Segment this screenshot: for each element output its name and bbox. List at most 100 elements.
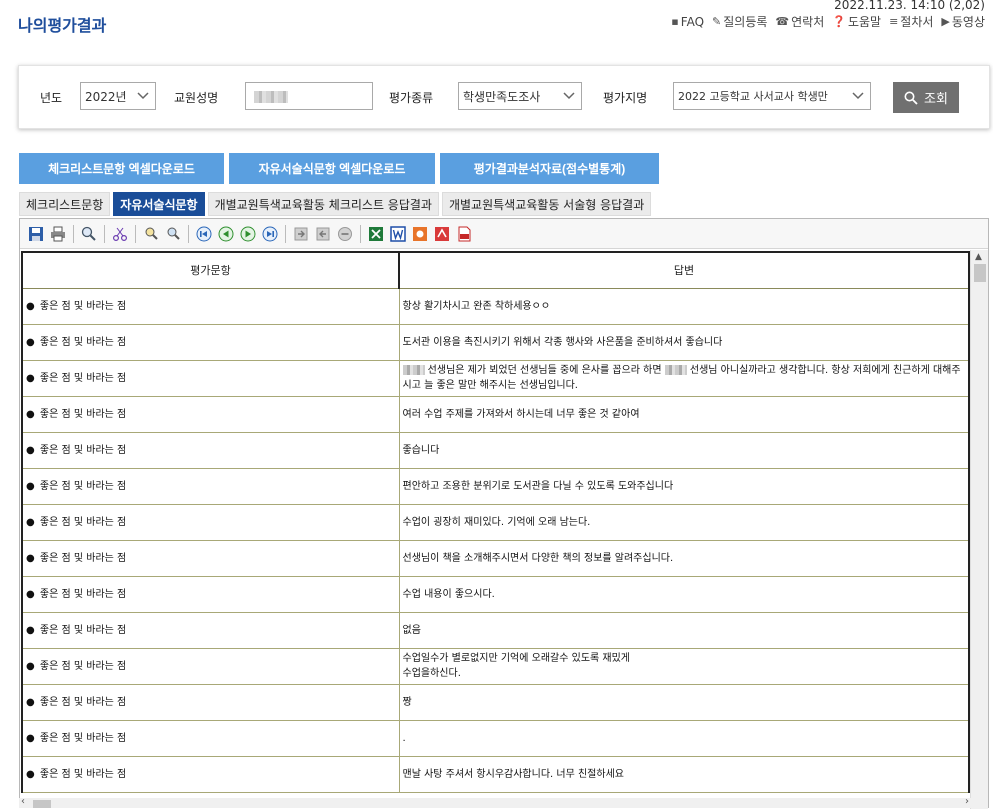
question-text: 좋은 점 및 바라는 점: [39, 588, 127, 600]
question-register-link[interactable]: ✎ 질의등록: [712, 13, 767, 30]
pdf-icon[interactable]: [454, 224, 474, 244]
report-viewer: 평가문항 답변 ● 좋은 점 및 바라는 점 항상 활기차시고 완존 착하세용ㅇㅇ…: [19, 218, 989, 809]
search-button[interactable]: 조회: [893, 82, 959, 113]
procedure-link[interactable]: ≡ 절차서: [889, 13, 933, 30]
table-row: ● 좋은 점 및 바라는 점짱: [21, 683, 970, 721]
question-cell: ● 좋은 점 및 바라는 점: [21, 467, 400, 505]
redacted-name: [254, 91, 288, 103]
answer-text: 맨날 사탕 주셔서 항시우감사합니다. 너무 친절하세요: [402, 768, 624, 780]
answer-cell: 수업일수가 별로없지만 기억에 오래갈수 있도록 재밌게 수업을하신다.: [398, 647, 970, 685]
excel-icon[interactable]: [366, 224, 386, 244]
faq-icon: ▪: [671, 15, 679, 28]
scroll-up-icon[interactable]: ▲: [975, 252, 982, 262]
eval-type-label: 평가종류: [389, 91, 434, 105]
table-row: ● 좋은 점 및 바라는 점 수업이 굉장히 재미있다. 기억에 오래 남는다.: [21, 503, 970, 541]
question-column-header: 평가문항: [21, 251, 400, 289]
question-cell: ● 좋은 점 및 바라는 점: [21, 395, 400, 433]
answer-cell: 항상 활기차시고 완존 착하세용ㅇㅇ: [398, 287, 970, 325]
score-stats-download-button[interactable]: 평가결과분석자료(점수별통계): [440, 153, 659, 184]
redacted-name: [402, 365, 425, 375]
bullet-icon: ●: [26, 588, 35, 600]
question-text: 좋은 점 및 바라는 점: [39, 624, 127, 636]
scroll-left-icon[interactable]: ‹: [21, 796, 25, 807]
export-icon[interactable]: [291, 224, 311, 244]
report-grid-area: 평가문항 답변 ● 좋은 점 및 바라는 점 항상 활기차시고 완존 착하세용ㅇㅇ…: [20, 250, 988, 809]
checklist-excel-download-button[interactable]: 체크리스트문항 엑셀다운로드: [19, 153, 224, 184]
question-cell: ● 좋은 점 및 바라는 점: [21, 503, 400, 541]
tab-bar: 체크리스트문항 자유서술식문항 개별교원특색교육활동 체크리스트 응답결과 개별…: [19, 192, 652, 216]
year-select[interactable]: 2022년: [80, 82, 156, 110]
import-icon[interactable]: [313, 224, 333, 244]
toolbar-divider: [188, 224, 189, 243]
answer-cell: 수업이 굉장히 재미있다. 기억에 오래 남는다.: [398, 503, 970, 541]
ppt-icon[interactable]: [410, 224, 430, 244]
bullet-icon: ●: [26, 444, 35, 456]
bullet-icon: ●: [26, 372, 35, 384]
save-icon[interactable]: [26, 224, 46, 244]
cut-icon[interactable]: [110, 224, 130, 244]
bullet-icon: ●: [26, 624, 35, 636]
answer-cell: 도서관 이용을 촉진시키기 위해서 각종 행사와 사은품을 준비하셔서 좋습니다: [398, 323, 970, 361]
last-page-icon[interactable]: [260, 224, 280, 244]
answer-text: 선생님이 책을 소개해주시면서 다양한 책의 정보를 알려주십니다.: [402, 552, 674, 564]
question-text: 좋은 점 및 바라는 점: [39, 480, 127, 492]
question-cell: ● 좋은 점 및 바라는 점: [21, 719, 400, 757]
print-icon[interactable]: [48, 224, 68, 244]
help-link[interactable]: ❓ 도움말: [832, 13, 881, 30]
answer-text: 수업 내용이 좋으시다.: [402, 588, 495, 600]
prev-page-icon[interactable]: [216, 224, 236, 244]
table-header-row: 평가문항 답변: [21, 251, 970, 289]
table-row: ● 좋은 점 및 바라는 점 수업 내용이 좋으시다.: [21, 575, 970, 613]
answer-cell: 여러 수업 주제를 가져와서 하시는데 너무 좋은 것 같아여: [398, 395, 970, 433]
vertical-scrollbar[interactable]: ▲: [970, 250, 988, 809]
freetext-excel-download-button[interactable]: 자유서술식문항 엑셀다운로드: [229, 153, 435, 184]
question-cell: ● 좋은 점 및 바라는 점: [21, 575, 400, 613]
hwp-icon[interactable]: [432, 224, 452, 244]
table-row: ● 좋은 점 및 바라는 점 좋습니다: [21, 431, 970, 469]
video-link[interactable]: ▶ 동영상: [941, 13, 985, 30]
tab-checklist[interactable]: 체크리스트문항: [19, 192, 111, 216]
bullet-icon: ●: [26, 732, 35, 744]
phone-icon: ☎: [775, 15, 790, 28]
teacher-name-input[interactable]: [245, 82, 373, 110]
answer-text: 짱: [402, 696, 412, 708]
table-row: ● 좋은 점 및 바라는 점 항상 활기차시고 완존 착하세용ㅇㅇ: [21, 287, 970, 325]
question-text: 좋은 점 및 바라는 점: [39, 408, 127, 420]
answer-column-header: 답변: [398, 251, 970, 289]
next-page-icon[interactable]: [238, 224, 258, 244]
question-text: 좋은 점 및 바라는 점: [39, 516, 127, 528]
scroll-thumb[interactable]: [974, 264, 986, 282]
find-next-icon[interactable]: [163, 224, 183, 244]
table-row: ● 좋은 점 및 바라는 점 도서관 이용을 촉진시키기 위해서 각종 행사와 사…: [21, 323, 970, 361]
question-text: 좋은 점 및 바라는 점: [39, 768, 127, 780]
find-icon[interactable]: [141, 224, 161, 244]
question-text: 좋은 점 및 바라는 점: [39, 552, 127, 564]
tab-individual-checklist[interactable]: 개별교원특색교육활동 체크리스트 응답결과: [207, 192, 439, 216]
tab-freetext[interactable]: 자유서술식문항: [113, 192, 205, 216]
bullet-icon: ●: [26, 300, 35, 312]
table-row: ● 좋은 점 및 바라는 점 수업일수가 별로없지만 기억에 오래갈수 있도록 재…: [21, 647, 970, 685]
datetime-text: 2022.11.23. 14:10 (2,02): [834, 0, 985, 12]
table-row: ● 좋은 점 및 바라는 점 여러 수업 주제를 가져와서 하시는데 너무 좋은 …: [21, 395, 970, 433]
bullet-icon: ●: [26, 336, 35, 348]
zoom-icon[interactable]: [79, 224, 99, 244]
answer-cell: .: [398, 719, 970, 757]
first-page-icon[interactable]: [194, 224, 214, 244]
question-cell: ● 좋은 점 및 바라는 점: [21, 683, 400, 721]
faq-link[interactable]: ▪ FAQ: [671, 13, 704, 30]
answer-cell: 선생님이 책을 소개해주시면서 다양한 책의 정보를 알려주십니다.: [398, 539, 970, 577]
horizontal-scrollbar[interactable]: ‹ ›: [19, 796, 971, 808]
stop-icon[interactable]: [335, 224, 355, 244]
answer-cell: 맨날 사탕 주셔서 항시우감사합니다. 너무 친절하세요: [398, 755, 970, 793]
contact-link[interactable]: ☎ 연락처: [775, 13, 824, 30]
year-label: 년도: [40, 91, 63, 105]
scroll-thumb[interactable]: [33, 800, 51, 808]
word-icon[interactable]: [388, 224, 408, 244]
scroll-right-icon[interactable]: ›: [965, 796, 969, 807]
table-body: ● 좋은 점 및 바라는 점 항상 활기차시고 완존 착하세용ㅇㅇ ● 좋은 점 및…: [21, 287, 970, 793]
top-links: ▪ FAQ ✎ 질의등록 ☎ 연락처 ❓ 도움말 ≡ 절차서 ▶ 동영상: [671, 13, 985, 30]
eval-type-select[interactable]: 학생만족도조사: [458, 82, 582, 110]
eval-paper-select[interactable]: 2022 고등학교 사서교사 학생만: [673, 82, 871, 110]
toolbar-divider: [104, 224, 105, 243]
tab-individual-descriptive[interactable]: 개별교원특색교육활동 서술형 응답결과: [441, 192, 652, 216]
